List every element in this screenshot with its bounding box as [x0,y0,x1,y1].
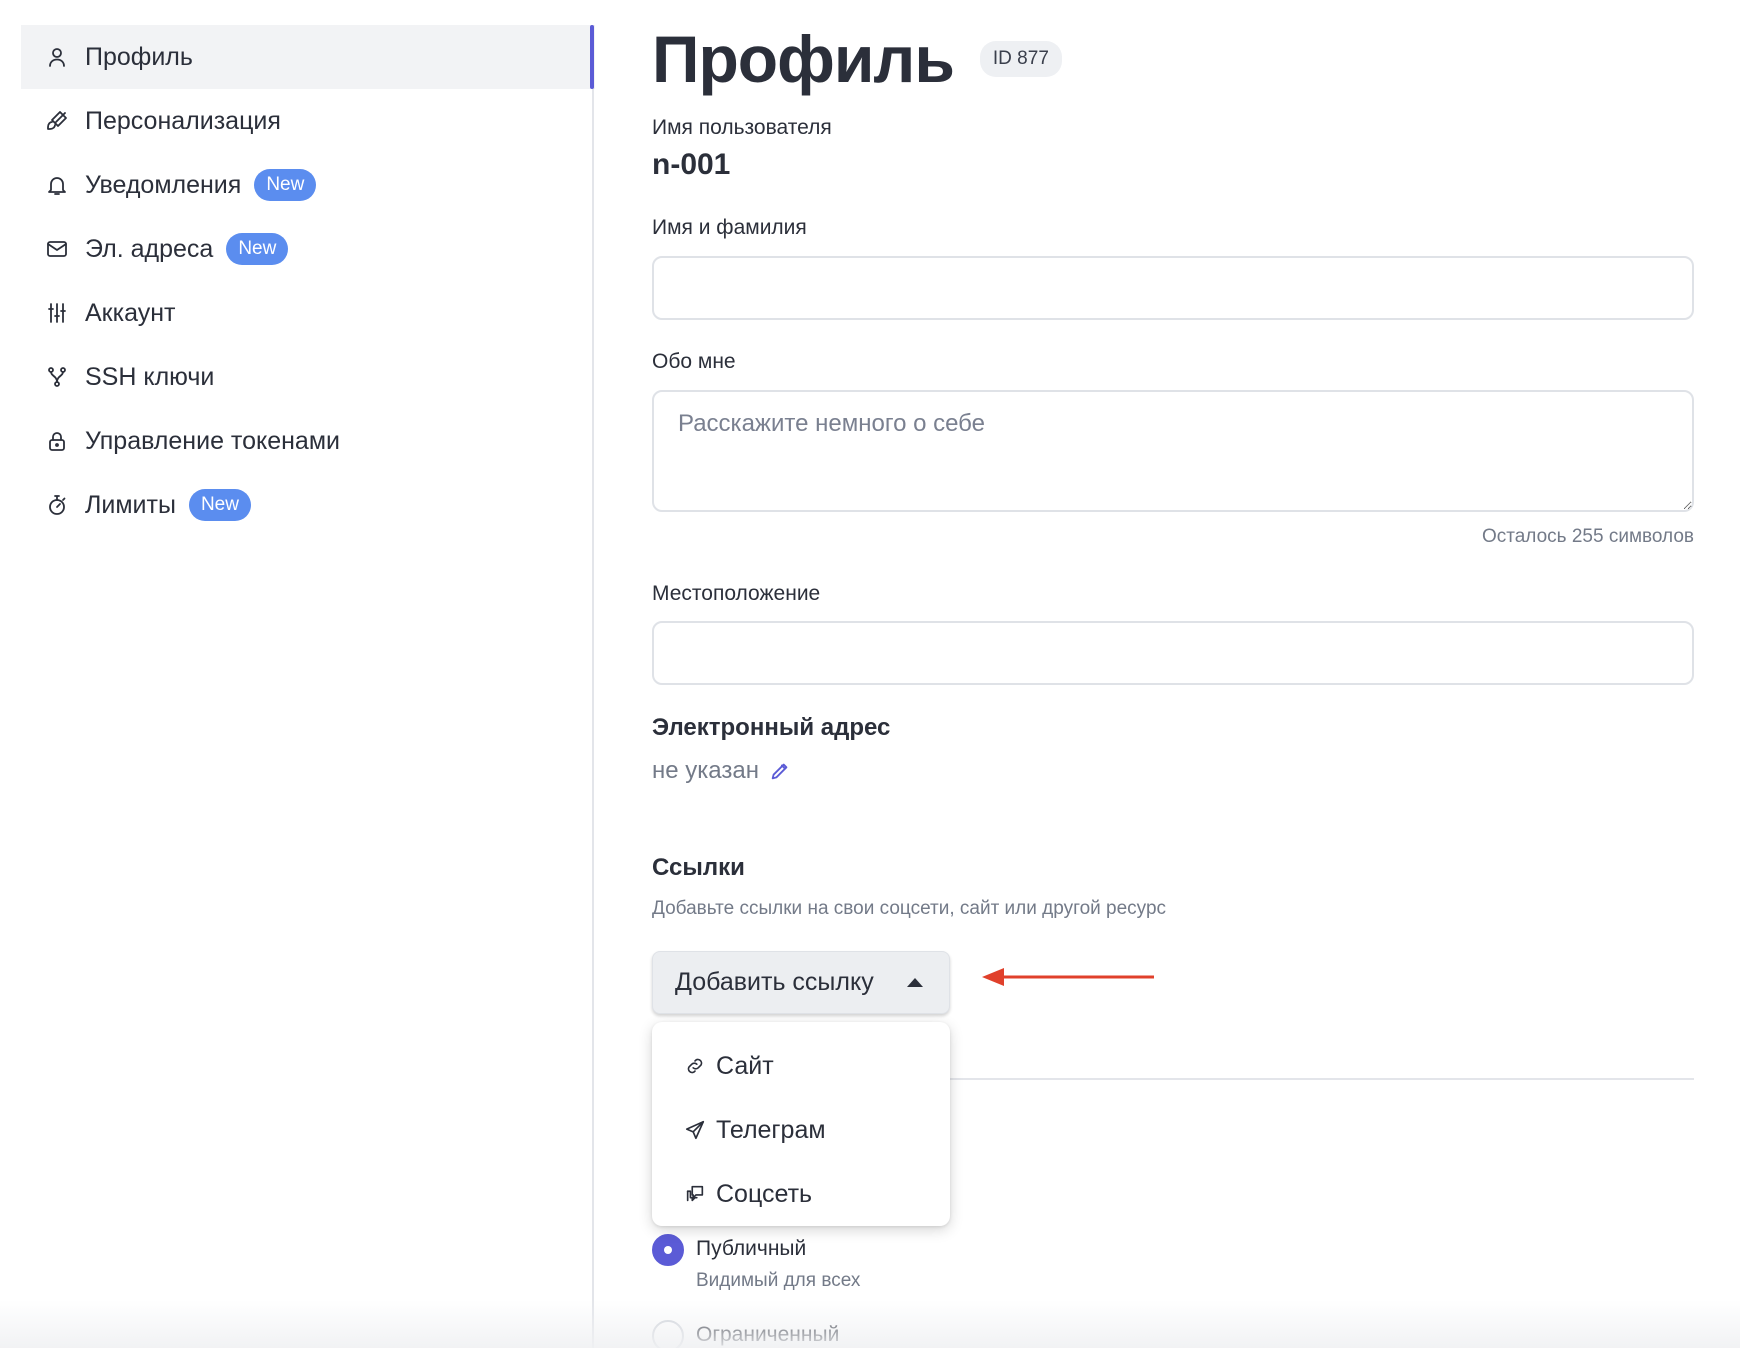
active-item-marker [590,25,594,89]
sidebar-item-label: Профиль [85,42,193,71]
add-link-button[interactable]: Добавить ссылку [652,951,950,1014]
sidebar-item-label: Уведомления [85,170,242,199]
privacy-option-description: Видимый для всех [696,1270,861,1291]
dropdown-item-telegram[interactable]: Телеграм [652,1098,950,1162]
send-icon [684,1119,706,1141]
lock-icon [45,429,69,453]
location-label: Местоположение [652,582,821,605]
email-section-title: Электронный адрес [652,714,891,741]
sidebar-item-limits[interactable]: Лимиты New [21,473,595,537]
privacy-option-public[interactable]: Публичный Видимый для всех [652,1234,860,1292]
stopwatch-icon [45,493,69,517]
email-value: не указан [652,757,791,785]
radio-checked[interactable] [652,1234,684,1266]
username-label: Имя пользователя [652,116,832,139]
sidebar-item-account[interactable]: Аккаунт [21,281,595,345]
sidebar-item-label: Персонализация [85,106,281,135]
bottom-fade [0,1300,1740,1348]
new-badge: New [254,169,317,201]
annotation-arrow-icon [982,968,1154,986]
sidebar-item-notifications[interactable]: Уведомления New [21,153,595,217]
about-textarea[interactable] [652,390,1694,512]
title-row: Профиль ID 877 [652,22,1062,96]
caret-up-icon [907,978,923,987]
link-icon [684,1055,706,1077]
username-value: n-001 [652,148,731,181]
add-link-button-label: Добавить ссылку [675,968,874,996]
brush-icon [45,109,69,133]
sidebar-item-label: Эл. адреса [85,234,214,263]
sidebar-item-label: Аккаунт [85,298,176,327]
sidebar-divider [592,25,594,1348]
dropdown-item-label: Телеграм [716,1115,826,1144]
key-fork-icon [45,365,69,389]
pencil-icon[interactable] [769,760,791,782]
sidebar-item-emails[interactable]: Эл. адреса New [21,217,595,281]
chat-icon [684,1183,706,1205]
page-title: Профиль [652,22,955,96]
bell-icon [45,173,69,197]
sidebar-item-tokens[interactable]: Управление токенами [21,409,595,473]
dropdown-item-site[interactable]: Сайт [652,1034,950,1098]
sidebar-item-label: SSH ключи [85,362,215,391]
links-section-description: Добавьте ссылки на свои соцсети, сайт ил… [652,898,1167,919]
sidebar-item-label: Управление токенами [85,426,340,455]
sidebar-item-personalization[interactable]: Персонализация [21,89,595,153]
location-input[interactable] [652,621,1694,685]
add-link-dropdown: Сайт Телеграм Соцсеть [652,1022,950,1226]
about-label: Обо мне [652,350,736,373]
email-value-text: не указан [652,757,759,784]
dropdown-item-label: Сайт [716,1051,774,1080]
sidebar-item-profile[interactable]: Профиль [21,25,595,89]
privacy-option-label: Ограниченный [696,1323,840,1346]
mail-icon [45,237,69,261]
sidebar-item-ssh-keys[interactable]: SSH ключи [21,345,595,409]
radio-unchecked[interactable] [652,1320,684,1348]
settings-sidebar: Профиль Персонализация Уведомления New Э… [21,25,595,537]
user-icon [45,45,69,69]
fullname-input[interactable] [652,256,1694,320]
about-char-counter: Осталось 255 символов [1481,526,1694,547]
privacy-option-restricted[interactable]: Ограниченный [652,1320,839,1348]
fullname-label: Имя и фамилия [652,216,807,239]
new-badge: New [188,489,251,521]
dropdown-item-social[interactable]: Соцсеть [652,1162,950,1226]
dropdown-item-label: Соцсеть [716,1179,813,1208]
privacy-option-label: Публичный [696,1237,807,1260]
links-section-title: Ссылки [652,854,745,881]
new-badge: New [226,233,289,265]
id-badge: ID 877 [979,41,1062,77]
sliders-icon [45,301,69,325]
sidebar-item-label: Лимиты [85,490,176,519]
